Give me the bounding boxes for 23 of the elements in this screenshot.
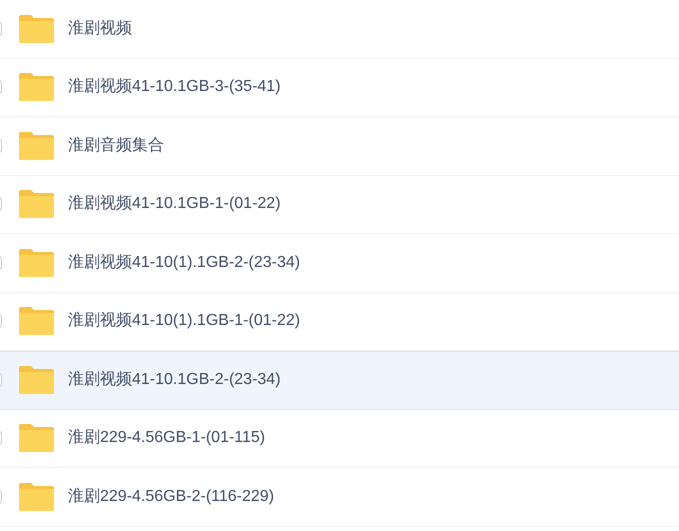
file-row[interactable]: 淮剧229-4.56GB-1-(01-115) <box>0 410 679 468</box>
file-row[interactable]: 淮剧视频41-10.1GB-3-(35-41) <box>0 58 679 117</box>
folder-icon <box>19 190 54 218</box>
folder-name[interactable]: 淮剧视频41-10.1GB-2-(23-34) <box>68 368 281 392</box>
folder-icon <box>19 482 54 511</box>
folder-name[interactable]: 淮剧229-4.56GB-1-(01-115) <box>68 426 266 450</box>
folder-name[interactable]: 淮剧229-4.56GB-2-(116-229) <box>68 484 274 509</box>
file-row[interactable]: 淮剧视频41-10.1GB-2-(23-34) <box>0 351 679 410</box>
folder-name[interactable]: 淮剧视频41-10(1).1GB-1-(01-22) <box>68 309 300 334</box>
folder-icon <box>19 248 54 277</box>
folder-icon <box>19 73 54 102</box>
file-row[interactable]: 淮剧视频41-10.1GB-1-(01-22) <box>0 176 679 234</box>
file-row[interactable]: 淮剧视频41-10(1).1GB-1-(01-22) <box>0 292 679 351</box>
folder-icon <box>19 132 54 160</box>
folder-icon <box>19 366 54 394</box>
folder-name[interactable]: 淮剧视频41-10.1GB-3-(35-41) <box>68 75 281 100</box>
folder-icon <box>19 307 54 336</box>
folder-icon <box>19 424 54 452</box>
folder-name[interactable]: 淮剧音频集合 <box>68 134 164 158</box>
folder-name[interactable]: 淮剧视频41-10(1).1GB-2-(23-34) <box>68 250 300 275</box>
folder-icon <box>19 14 54 43</box>
folder-name[interactable]: 淮剧视频 <box>68 16 132 41</box>
folder-name[interactable]: 淮剧视频41-10.1GB-1-(01-22) <box>68 192 281 216</box>
